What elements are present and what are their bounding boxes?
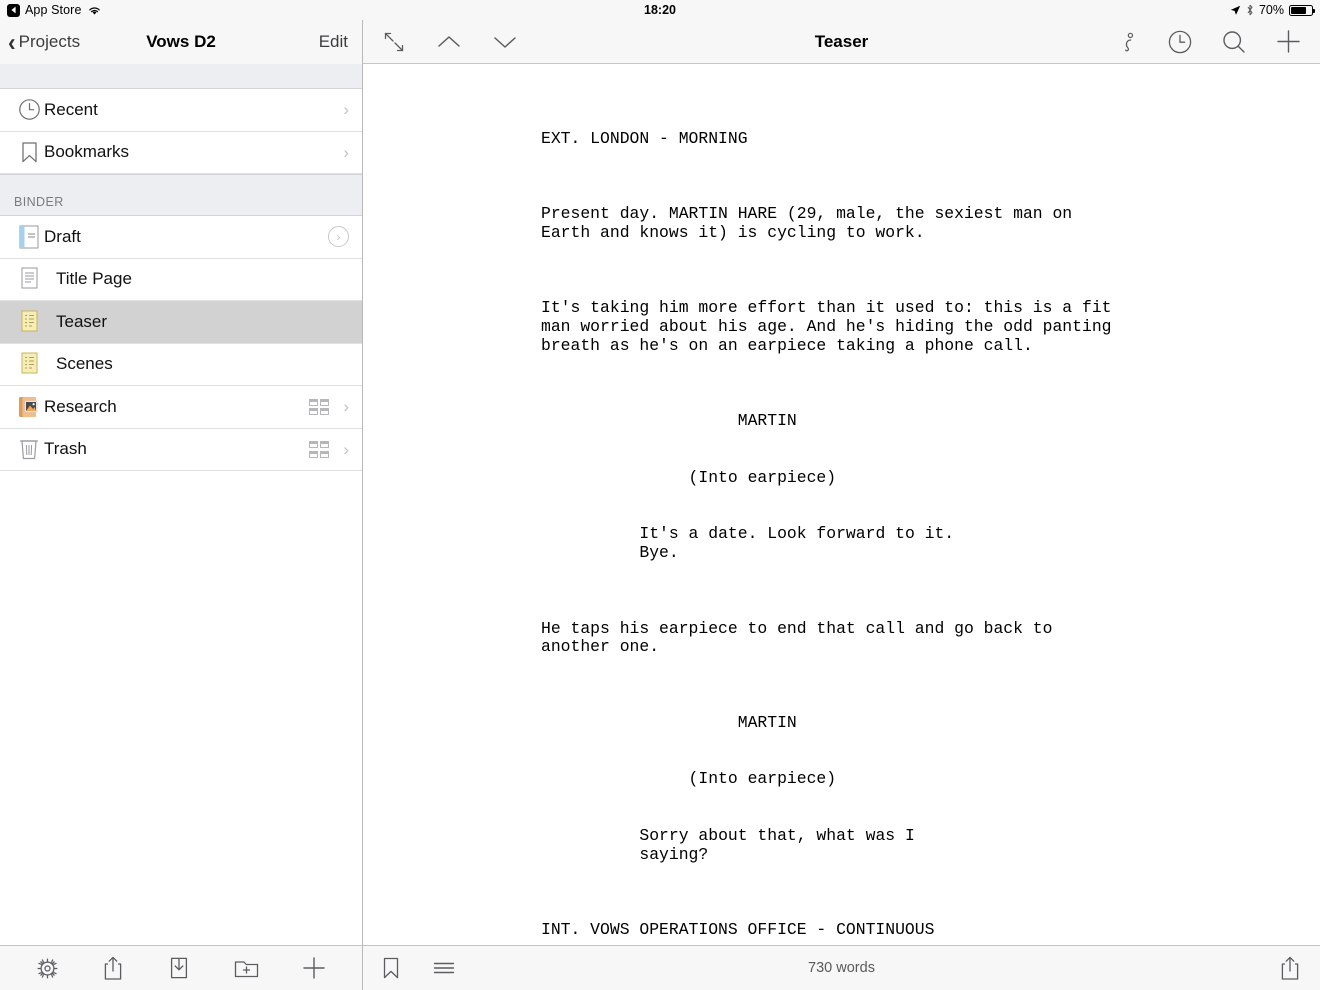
sidebar-item-research[interactable]: Research › [0, 386, 362, 429]
status-bar-right: 70% [1230, 3, 1315, 17]
editor-toolbar-left [381, 956, 457, 981]
corkboard-view-icon[interactable] [308, 441, 330, 458]
status-bar-clock: 18:20 [644, 3, 676, 17]
chevron-right-icon[interactable]: › [343, 398, 349, 415]
gear-icon[interactable] [35, 956, 60, 981]
chevron-right-circle-icon[interactable]: › [328, 226, 349, 248]
new-folder-icon[interactable] [233, 956, 260, 980]
sidebar-item-label: Title Page [56, 269, 132, 289]
bluetooth-icon [1246, 4, 1254, 16]
document-editor: Teaser EXT. LONDON - MORNING Present day… [363, 20, 1320, 990]
scene-heading: INT. VOWS OPERATIONS OFFICE - CONTINUOUS [541, 920, 935, 940]
edit-button[interactable]: Edit [319, 32, 348, 52]
corkboard-view-icon[interactable] [308, 398, 330, 415]
dialogue: Sorry about that, what was I saying? [639, 825, 915, 864]
chevron-right-icon: › [343, 100, 349, 120]
yellow-document-icon [14, 309, 44, 335]
binder-section-header: BINDER [0, 174, 362, 216]
back-button-label: Projects [18, 32, 81, 51]
row-accessory: › [343, 144, 349, 161]
scene-heading: EXT. LONDON - MORNING [541, 128, 748, 148]
sidebar-item-label: Scenes [56, 354, 113, 374]
battery-icon [1289, 4, 1315, 16]
chevron-down-icon[interactable] [491, 32, 519, 52]
sidebar-navigation-bar: ‹ Projects Vows D2 Edit [0, 20, 362, 64]
sidebar-top-spacer [0, 64, 362, 89]
chevron-up-icon[interactable] [435, 32, 463, 52]
sidebar-item-recent[interactable]: Recent › [0, 89, 362, 132]
back-to-app-chip-icon[interactable] [7, 3, 20, 17]
parenthetical: (Into earpiece) [541, 769, 837, 789]
character-cue: MARTIN [541, 712, 797, 732]
status-bar-app-name[interactable]: App Store [25, 3, 82, 17]
list-lines-icon[interactable] [431, 957, 457, 979]
dialogue: It's a date. Look forward to it. Bye. [639, 524, 955, 563]
sidebar-item-label: Trash [44, 439, 87, 459]
battery-percent-label: 70% [1258, 3, 1284, 17]
sidebar-item-trash[interactable]: Trash › [0, 428, 362, 471]
sidebar-item-label: Teaser [56, 311, 108, 331]
screenplay-text[interactable]: EXT. LONDON - MORNING Present day. MARTI… [363, 64, 1320, 945]
row-accessory: › [308, 398, 349, 415]
white-document-icon [14, 266, 44, 292]
sidebar-item-label: Research [44, 396, 117, 416]
binder-list: Recent › Bookmarks › BINDER Draft › Titl… [0, 89, 362, 945]
row-accessory: › [343, 101, 349, 118]
sidebar-item-teaser[interactable]: Teaser [0, 301, 362, 344]
parenthetical: (Into earpiece) [541, 467, 837, 487]
row-accessory: › [308, 441, 349, 458]
clock-icon [14, 98, 44, 121]
bookmark-icon [14, 141, 44, 164]
yellow-document-icon [14, 351, 44, 377]
chevron-right-icon: › [343, 142, 349, 162]
row-accessory[interactable]: › [328, 226, 349, 248]
sidebar-item-label: Recent [44, 99, 98, 119]
clock-icon[interactable] [1167, 29, 1193, 55]
chevron-left-icon: ‹ [8, 27, 16, 56]
action-paragraph: He taps his earpiece to end that call an… [541, 618, 1053, 657]
character-cue: MARTIN [541, 411, 797, 431]
location-arrow-icon [1230, 5, 1241, 16]
sidebar-item-title-page[interactable]: Title Page [0, 258, 362, 301]
editor-nav-left-icons [381, 29, 519, 55]
sidebar-item-bookmarks[interactable]: Bookmarks › [0, 131, 362, 174]
binder-sidebar: ‹ Projects Vows D2 Edit Recent › Bookmar… [0, 20, 363, 990]
research-folder-icon [14, 394, 44, 420]
chevron-right-icon[interactable]: › [343, 441, 349, 458]
import-icon[interactable] [167, 955, 191, 981]
editor-nav-right-icons [1119, 28, 1302, 55]
editor-toolbar: 730 words [363, 945, 1320, 990]
plus-icon[interactable] [1275, 28, 1302, 55]
expand-arrows-icon[interactable] [381, 29, 407, 55]
plus-icon[interactable] [301, 955, 327, 981]
back-to-projects-button[interactable]: ‹ Projects [8, 27, 81, 56]
sidebar-item-draft[interactable]: Draft › [0, 216, 362, 259]
sidebar-item-scenes[interactable]: Scenes [0, 343, 362, 386]
word-count-label: 730 words [808, 960, 875, 976]
sidebar-item-label: Draft [44, 226, 81, 246]
scrivener-ipad-window: App Store 18:20 70% ‹ Projects Vows D2 E… [0, 0, 1320, 990]
trash-icon [14, 436, 44, 462]
main-split-view: ‹ Projects Vows D2 Edit Recent › Bookmar… [0, 20, 1320, 990]
sidebar-toolbar [0, 945, 362, 990]
action-paragraph: Present day. MARTIN HARE (29, male, the … [541, 204, 1073, 242]
editor-navigation-bar: Teaser [363, 20, 1320, 64]
wifi-icon [87, 5, 102, 16]
search-icon[interactable] [1221, 29, 1247, 55]
share-icon[interactable] [1278, 955, 1302, 982]
status-bar-left: App Store [7, 3, 102, 17]
sidebar-item-label: Bookmarks [44, 142, 130, 162]
bookmark-icon[interactable] [381, 956, 401, 981]
status-bar: App Store 18:20 70% [0, 0, 1320, 20]
editor-text-area[interactable]: EXT. LONDON - MORNING Present day. MARTI… [363, 64, 1320, 945]
info-italic-icon[interactable] [1119, 29, 1139, 55]
editor-toolbar-right [1278, 955, 1302, 982]
action-paragraph: It's taking him more effort than it used… [541, 298, 1112, 355]
share-icon[interactable] [101, 955, 125, 982]
draft-document-icon [14, 224, 44, 250]
